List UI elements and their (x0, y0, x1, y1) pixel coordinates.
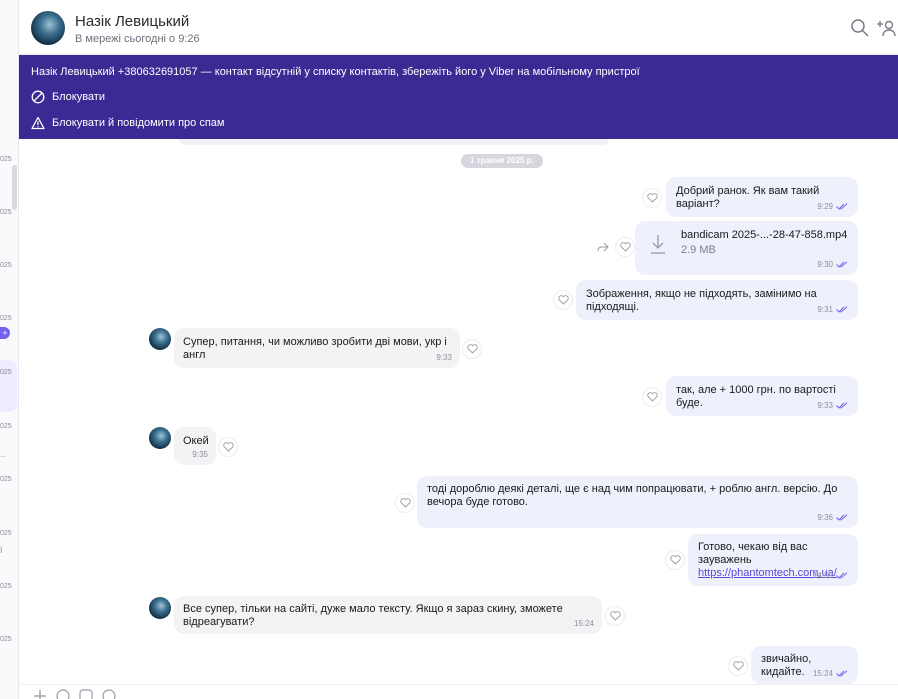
heart-icon (222, 442, 234, 452)
message-bubble-outgoing[interactable]: Зображення, якщо не підходять, замінимо … (576, 280, 858, 320)
message-bubble-incoming[interactable]: Супер, питання, чи можливо зробити дві м… (174, 328, 460, 368)
sender-avatar[interactable] (149, 597, 171, 619)
message-text: Готово, чекаю від вас зауважень (698, 541, 808, 566)
message-list[interactable]: 1 травня 2025 р. Добрий ранок. Як вам та… (19, 139, 898, 699)
chat-list-date: 025 (0, 262, 12, 269)
message-bubble-incoming[interactable]: Все супер, тільки на сайті, дуже мало те… (174, 596, 602, 634)
double-check-icon (836, 306, 848, 313)
sender-avatar[interactable] (149, 427, 171, 449)
plus-icon[interactable] (33, 689, 47, 699)
file-name: bandicam 2025-...-28-47-858.mp4 (681, 229, 848, 241)
heart-icon (609, 611, 621, 621)
message-time: 9:33 (817, 401, 833, 410)
chat-list-date: 025 (0, 209, 12, 216)
chat-list-date: 025 (0, 636, 12, 643)
like-button[interactable] (395, 493, 415, 513)
chat-list-date: 025 (0, 369, 12, 376)
chat-list-date: 025 (0, 423, 12, 430)
like-button[interactable] (553, 290, 573, 310)
block-label: Блокувати (52, 91, 105, 103)
share-icon (597, 242, 609, 252)
block-report-label: Блокувати й повідомити про спам (52, 117, 225, 129)
double-check-icon (836, 203, 848, 210)
search-icon[interactable] (849, 17, 871, 39)
like-button[interactable] (462, 339, 482, 359)
message-bubble-outgoing[interactable]: Готово, чекаю від вас зауважень https://… (688, 534, 858, 586)
previous-message-edge (179, 139, 609, 145)
like-button[interactable] (642, 387, 662, 407)
chat-list-date: 025 (0, 156, 12, 163)
message-bubble-outgoing[interactable]: Добрий ранок. Як вам такий варіант? 9:29 (666, 177, 858, 217)
gif-icon[interactable] (102, 689, 116, 699)
unread-badge-icon: + (0, 327, 10, 339)
add-user-icon[interactable] (876, 17, 898, 39)
message-time: 9:35 (192, 450, 208, 459)
message-composer (19, 684, 898, 699)
sticker-icon[interactable] (79, 689, 93, 699)
contact-status: В мережі сьогодні о 9:26 (75, 33, 200, 45)
emoji-icon[interactable] (56, 689, 70, 699)
banner-text: Назік Левицький +380632691057 — контакт … (31, 66, 640, 78)
message-bubble-file[interactable]: bandicam 2025-...-28-47-858.mp4 2.9 MB 9… (635, 221, 858, 275)
chat-list-date: 025 (0, 530, 12, 537)
contact-name[interactable]: Назік Левицький (75, 13, 189, 30)
message-bubble-outgoing[interactable]: так, але + 1000 грн. по вартості буде. 9… (666, 376, 858, 416)
chat-list-text: ... (0, 452, 6, 459)
message-time: 15:24 (573, 619, 594, 628)
chat-header: Назік Левицький В мережі сьогодні о 9:26 (19, 0, 898, 55)
block-icon (31, 90, 45, 104)
double-check-icon (836, 670, 848, 677)
heart-icon (557, 295, 569, 305)
like-button[interactable] (728, 656, 748, 676)
heart-icon (646, 392, 658, 402)
message-bubble-outgoing[interactable]: звичайно, кидайте. 15:24 (751, 646, 858, 684)
like-button[interactable] (218, 437, 238, 457)
heart-icon (646, 193, 658, 203)
double-check-icon (836, 514, 848, 521)
heart-icon (619, 242, 631, 252)
chat-list-selected-item[interactable] (0, 360, 17, 412)
double-check-icon (836, 402, 848, 409)
message-bubble-incoming[interactable]: Окей 9:35 (174, 427, 216, 465)
file-size: 2.9 MB (681, 244, 716, 256)
chat-list-strip: 025 025 025 025 + 025 025 ... 025 025 ї … (0, 0, 19, 699)
message-time: 9:33 (436, 353, 452, 362)
chat-list-date: 025 (0, 583, 12, 590)
double-check-icon (836, 261, 848, 268)
message-time: 9:29 (817, 202, 833, 211)
message-text: Супер, питання, чи можливо зробити дві м… (183, 336, 447, 361)
unknown-contact-banner: Назік Левицький +380632691057 — контакт … (19, 55, 898, 139)
contact-avatar[interactable] (31, 11, 65, 45)
share-button[interactable] (593, 237, 613, 257)
like-button[interactable] (605, 606, 625, 626)
double-check-icon (836, 572, 848, 579)
download-icon[interactable] (649, 233, 667, 255)
message-bubble-outgoing[interactable]: тоді дороблю деякі деталі, ще є над чим … (417, 476, 858, 528)
message-text: тоді дороблю деякі деталі, ще є над чим … (427, 483, 838, 508)
like-button[interactable] (615, 237, 635, 257)
heart-icon (399, 498, 411, 508)
chat-list-scrollbar[interactable] (12, 165, 17, 210)
block-button[interactable]: Блокувати (31, 88, 105, 106)
message-time: 9:30 (817, 260, 833, 269)
heart-icon (466, 344, 478, 354)
message-text: Все супер, тільки на сайті, дуже мало те… (183, 603, 563, 628)
message-time: 9:36 (817, 513, 833, 522)
message-text: Зображення, якщо не підходять, замінимо … (586, 288, 817, 313)
message-time: 15:24 (812, 669, 833, 678)
message-time: 9:31 (817, 305, 833, 314)
chat-list-date: 025 (0, 315, 12, 322)
message-text: Окей (183, 435, 209, 447)
heart-icon (669, 555, 681, 565)
block-report-button[interactable]: Блокувати й повідомити про спам (31, 114, 224, 132)
chat-list-date: 025 (0, 476, 12, 483)
chat-list-text: ї (0, 545, 3, 555)
heart-icon (732, 661, 744, 671)
sender-avatar[interactable] (149, 328, 171, 350)
message-time: 14:59 (812, 571, 833, 580)
like-button[interactable] (665, 550, 685, 570)
warning-icon (31, 116, 45, 130)
date-separator: 1 травня 2025 р. (461, 154, 543, 168)
like-button[interactable] (642, 188, 662, 208)
